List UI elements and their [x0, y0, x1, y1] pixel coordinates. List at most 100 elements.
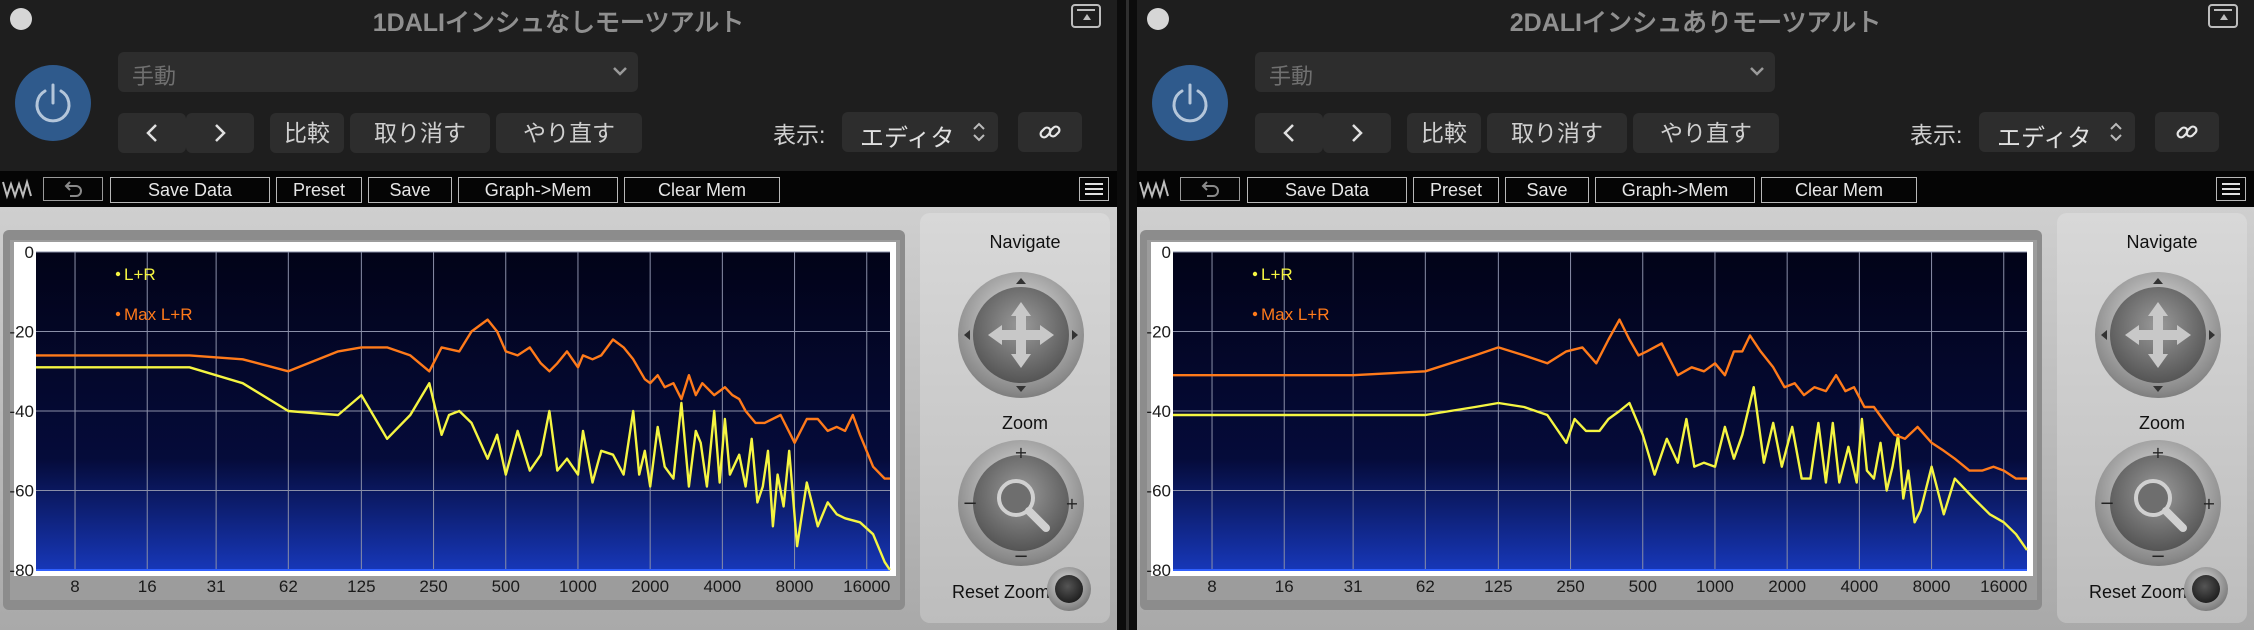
zoom-knob[interactable]: + − − +: [958, 440, 1084, 566]
redo-button[interactable]: やり直す: [1633, 113, 1779, 153]
svg-text:−: −: [962, 493, 977, 514]
legend-label: L+R: [124, 265, 156, 284]
preset-button[interactable]: Preset: [1413, 177, 1499, 203]
reset-zoom-button[interactable]: [1047, 567, 1091, 611]
x-tick-label: 500: [1629, 577, 1657, 596]
graph-undo-button[interactable]: [43, 177, 103, 201]
preset-dropdown[interactable]: 手動: [118, 52, 638, 92]
chevron-left-icon: [146, 124, 157, 142]
legend-marker: [1252, 311, 1258, 317]
link-icon: [2176, 125, 2198, 139]
y-tick-label: -40: [1147, 402, 1171, 421]
display-label: 表示:: [773, 122, 826, 148]
expand-window-icon[interactable]: [2208, 4, 2238, 28]
navigate-knob[interactable]: [2095, 272, 2221, 398]
x-tick-label: 16: [1275, 577, 1294, 596]
legend-marker: [115, 271, 121, 277]
y-tick-label: -60: [10, 482, 34, 501]
preset-button[interactable]: Preset: [276, 177, 362, 203]
y-tick-label: -20: [10, 323, 34, 342]
save-button[interactable]: Save: [1505, 177, 1589, 203]
clear-mem-button[interactable]: Clear Mem: [624, 177, 780, 203]
clear-mem-button[interactable]: Clear Mem: [1761, 177, 1917, 203]
chevron-right-icon: [215, 124, 226, 142]
navigate-label: Navigate: [2126, 232, 2198, 252]
x-tick-label: 8000: [1913, 577, 1951, 596]
svg-text:+: +: [2202, 494, 2215, 513]
graph-mem-button[interactable]: Graph->Mem: [458, 177, 618, 203]
menu-icon[interactable]: [1079, 177, 1109, 201]
reset-zoom-button[interactable]: [2184, 567, 2228, 611]
x-tick-label: 62: [279, 577, 298, 596]
plugin-window-2: 2DALIインシュありモーツアルト 手動 比較 取り消す やり直す 表示: エデ…: [1137, 0, 2254, 630]
svg-text:+: +: [1065, 494, 1078, 513]
graph-undo-button[interactable]: [1180, 177, 1240, 201]
x-tick-label: 16: [138, 577, 157, 596]
y-tick-label: 0: [1162, 243, 1171, 262]
power-icon: [1172, 83, 1208, 123]
chevron-down-icon: [1750, 67, 1764, 76]
x-tick-label: 8: [70, 577, 79, 596]
zoom-label: Zoom: [2138, 413, 2185, 433]
x-tick-label: 8: [1207, 577, 1216, 596]
link-button[interactable]: [2155, 112, 2219, 152]
undo-arrow-icon: [64, 181, 82, 197]
x-tick-label: 2000: [1768, 577, 1806, 596]
move-arrows-icon: [2101, 278, 2215, 392]
preset-value: 手動: [1269, 64, 1314, 89]
x-tick-label: 4000: [1840, 577, 1878, 596]
x-tick-label: 1000: [559, 577, 597, 596]
graph-mem-button[interactable]: Graph->Mem: [1595, 177, 1755, 203]
x-tick-label: 2000: [631, 577, 669, 596]
link-button[interactable]: [1018, 112, 1082, 152]
waves-logo-icon: [2, 178, 32, 200]
save-data-button[interactable]: Save Data: [1247, 177, 1407, 203]
next-preset-button[interactable]: [1323, 113, 1391, 153]
updown-arrows-icon: [973, 122, 985, 142]
x-tick-label: 125: [347, 577, 375, 596]
previous-preset-button[interactable]: [1255, 113, 1323, 153]
expand-window-icon[interactable]: [1071, 4, 1101, 28]
reset-zoom-label: Reset Zoom: [2088, 582, 2187, 602]
menu-icon[interactable]: [2216, 177, 2246, 201]
redo-button[interactable]: やり直す: [496, 113, 642, 153]
svg-text:−: −: [2150, 546, 2165, 566]
y-tick-label: -20: [1147, 323, 1171, 342]
save-button[interactable]: Save: [368, 177, 452, 203]
undo-button[interactable]: 取り消す: [1487, 113, 1627, 153]
view-select[interactable]: エディタ: [842, 112, 998, 152]
x-tick-label: 500: [492, 577, 520, 596]
magnifier-icon: + − − +: [2099, 443, 2215, 566]
legend-label: L+R: [1261, 265, 1293, 284]
reset-zoom-label: Reset Zoom: [951, 582, 1050, 602]
x-tick-label: 4000: [703, 577, 741, 596]
zoom-knob[interactable]: + − − +: [2095, 440, 2221, 566]
power-button[interactable]: [1152, 65, 1228, 141]
updown-arrows-icon: [2110, 122, 2122, 142]
view-select[interactable]: エディタ: [1979, 112, 2135, 152]
preset-dropdown[interactable]: 手動: [1255, 52, 1775, 92]
magnifier-icon: + − − +: [962, 443, 1078, 566]
x-tick-label: 31: [207, 577, 226, 596]
svg-text:+: +: [2151, 443, 2164, 462]
window-title: 2DALIインシュありモーツアルト: [1509, 9, 1882, 37]
spectrum-graph: 8 16 31 62 125 250 500 1000 2000 4000 8000 16000 0 -2…: [10, 240, 900, 600]
navigate-label: Navigate: [989, 232, 1061, 252]
link-icon: [1039, 125, 1061, 139]
compare-button[interactable]: 比較: [1407, 113, 1481, 153]
next-preset-button[interactable]: [186, 113, 254, 153]
y-tick-label: 0: [25, 243, 34, 262]
chevron-down-icon: [613, 67, 627, 76]
navigate-knob[interactable]: [958, 272, 1084, 398]
undo-button[interactable]: 取り消す: [350, 113, 490, 153]
y-tick-label: -80: [10, 561, 34, 580]
save-data-button[interactable]: Save Data: [110, 177, 270, 203]
plugin-window-1: 1DALIインシュなしモーツアルト 手動 比較 取り消す やり直す 表示: エデ…: [0, 0, 1117, 630]
previous-preset-button[interactable]: [118, 113, 186, 153]
compare-button[interactable]: 比較: [270, 113, 344, 153]
power-button[interactable]: [15, 65, 91, 141]
waves-logo-icon: [1139, 178, 1169, 200]
y-tick-label: -40: [10, 402, 34, 421]
svg-text:−: −: [1013, 546, 1028, 566]
x-tick-label: 62: [1416, 577, 1435, 596]
